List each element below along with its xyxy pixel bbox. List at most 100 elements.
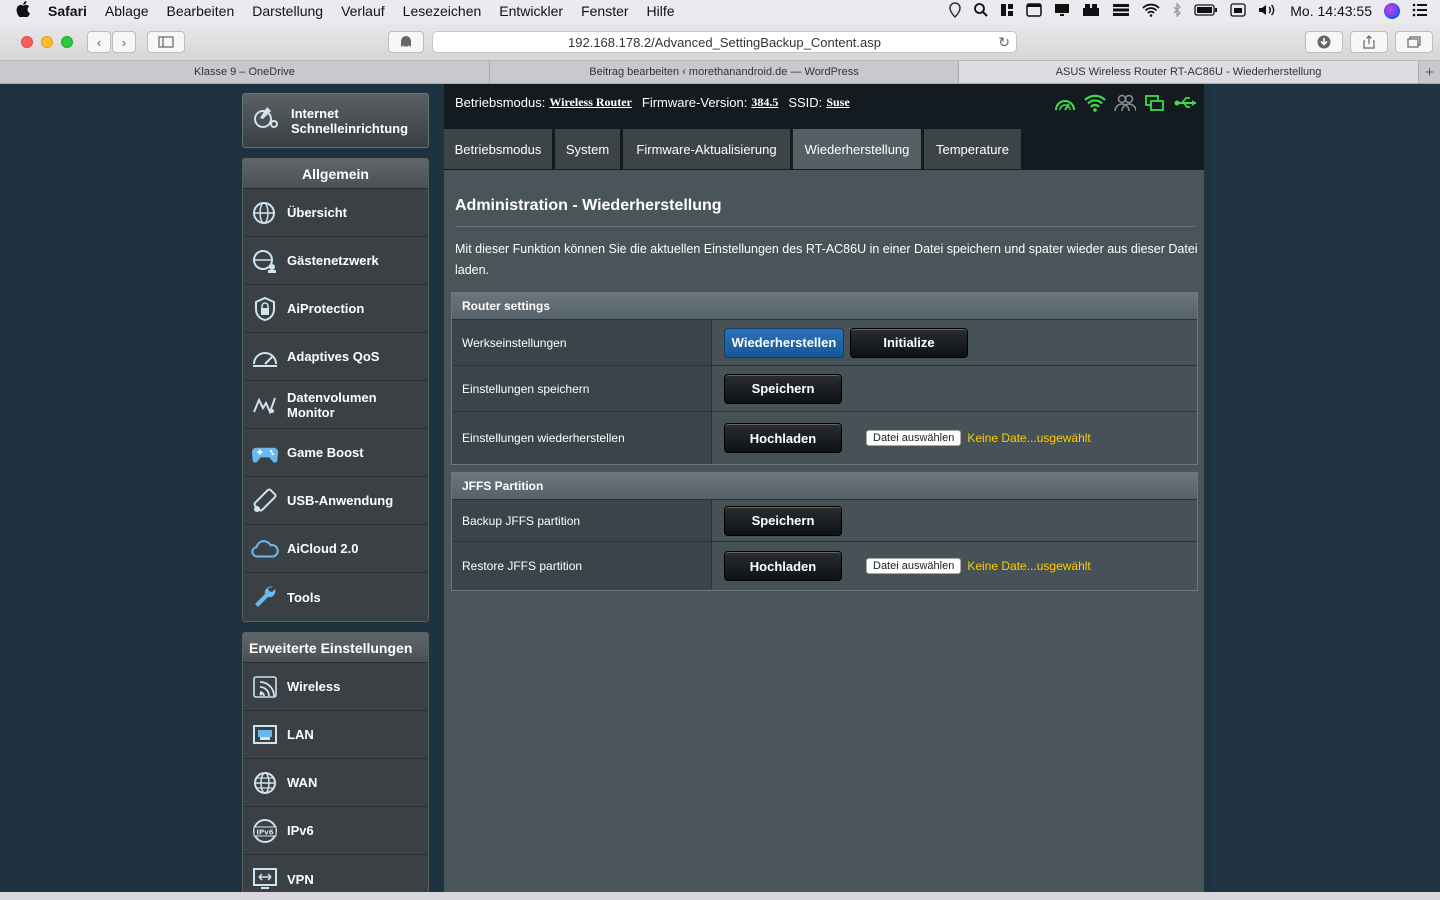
- quick-internet-setup-button[interactable]: Internet Schnelleinrichtung: [242, 93, 429, 148]
- notes-icon[interactable]: [1026, 2, 1043, 20]
- menu-item-label: Adaptives QoS: [287, 349, 380, 364]
- volume-icon[interactable]: [1258, 3, 1278, 20]
- menu-fenster[interactable]: Fenster: [581, 3, 628, 19]
- menu-item-adaptives-qos[interactable]: Adaptives QoS: [243, 333, 428, 381]
- wifi-router-icon[interactable]: [1084, 94, 1106, 112]
- zoom-window-button[interactable]: [61, 36, 73, 48]
- firmware-version-label: Firmware-Version:: [641, 95, 748, 110]
- firmware-version-link[interactable]: 384.5: [751, 95, 778, 110]
- apple-menu-icon[interactable]: [16, 1, 36, 21]
- table-row: Werkseinstellungen Wiederherstellen Init…: [452, 320, 1197, 366]
- save-settings-button[interactable]: Speichern: [724, 373, 842, 404]
- menu-item-uebersicht[interactable]: Übersicht: [243, 189, 428, 237]
- internet-status-icon[interactable]: [1054, 94, 1075, 112]
- tab-temperature[interactable]: Temperature: [924, 129, 1021, 169]
- upload-jffs-button[interactable]: Hochladen: [724, 551, 842, 581]
- choose-file-button[interactable]: Datei auswählen: [866, 430, 962, 446]
- calendar-icon[interactable]: [1230, 2, 1246, 20]
- browser-tab-router[interactable]: ASUS Wireless Router RT-AC86U - Wiederhe…: [959, 61, 1419, 83]
- menu-item-datenvolumen-monitor[interactable]: Datenvolumen Monitor: [243, 381, 428, 429]
- choose-file-button[interactable]: Datei auswählen: [866, 558, 962, 574]
- usb-status-icon[interactable]: [1174, 94, 1196, 112]
- wifi-status-icon[interactable]: [1142, 3, 1160, 20]
- menu-item-gaestenetzwerk[interactable]: Gästenetzwerk: [243, 237, 428, 285]
- spotlight-search-icon[interactable]: [974, 2, 988, 20]
- close-window-button[interactable]: [21, 36, 33, 48]
- clients-icon[interactable]: [1114, 94, 1137, 112]
- operation-mode-link[interactable]: Wireless Router: [549, 95, 632, 110]
- address-bar[interactable]: 192.168.178.2/Advanced_SettingBackup_Con…: [432, 31, 1017, 53]
- share-button[interactable]: [1350, 31, 1388, 53]
- table-row: Einstellungen wiederherstellen Hochladen…: [452, 412, 1197, 464]
- svg-text:IPv6: IPv6: [256, 828, 273, 836]
- speedometer-icon: [251, 343, 279, 371]
- chevron-left-icon: ‹: [96, 34, 102, 50]
- initialize-button[interactable]: Initialize: [850, 327, 968, 358]
- backup-jffs-actions: Speichern: [712, 500, 1197, 541]
- menu-item-label: Game Boost: [287, 445, 364, 460]
- menu-item-vpn[interactable]: VPN: [243, 855, 428, 892]
- menu-safari[interactable]: Safari: [48, 3, 87, 19]
- menu-item-usb-anwendung[interactable]: USB-Anwendung: [243, 477, 428, 525]
- menu-ablage[interactable]: Ablage: [105, 3, 149, 19]
- router-settings-table: Router settings Werkseinstellungen Wiede…: [451, 292, 1198, 465]
- menu-item-wan[interactable]: WAN: [243, 759, 428, 807]
- menu-item-label: AiProtection: [287, 301, 365, 316]
- backup-jffs-label: Backup JFFS partition: [452, 500, 712, 541]
- save-settings-label: Einstellungen speichern: [452, 366, 712, 411]
- stack-icon[interactable]: [1112, 3, 1130, 20]
- window-tiling-icon[interactable]: [1000, 3, 1014, 20]
- dock-icon[interactable]: [1082, 3, 1100, 20]
- wireless-icon: [251, 673, 279, 701]
- menu-bearbeiten[interactable]: Bearbeiten: [167, 3, 235, 19]
- bluetooth-icon[interactable]: [1172, 1, 1182, 20]
- menu-item-label: Gästenetzwerk: [287, 253, 379, 268]
- minimize-window-button[interactable]: [41, 36, 53, 48]
- general-menu-title: Allgemein: [243, 159, 428, 189]
- reload-icon[interactable]: ↻: [998, 34, 1010, 51]
- restore-factory-button[interactable]: Wiederherstellen: [724, 327, 844, 358]
- menu-verlauf[interactable]: Verlauf: [341, 3, 385, 19]
- downloads-button[interactable]: [1305, 31, 1343, 53]
- browser-tab-onedrive[interactable]: Klasse 9 – OneDrive: [0, 61, 490, 83]
- tab-betriebsmodus[interactable]: Betriebsmodus: [444, 129, 552, 169]
- menubar-clock[interactable]: Mo. 14:43:55: [1290, 3, 1372, 19]
- jffs-header: JFFS Partition: [452, 473, 1197, 500]
- restore-jffs-label: Restore JFFS partition: [452, 542, 712, 590]
- menu-lesezeichen[interactable]: Lesezeichen: [403, 3, 482, 19]
- menu-item-aiprotection[interactable]: AiProtection: [243, 285, 428, 333]
- gamepad-icon: [251, 439, 279, 467]
- menu-item-label: Datenvolumen Monitor: [287, 390, 377, 420]
- browser-tab-wordpress[interactable]: Beitrag bearbeiten ‹ morethanandroid.de …: [490, 61, 959, 83]
- menu-hilfe[interactable]: Hilfe: [647, 3, 675, 19]
- tab-firmware[interactable]: Firmware-Aktualisierung: [623, 129, 790, 169]
- notification-center-icon[interactable]: [1412, 3, 1428, 20]
- app-status-icon[interactable]: [1144, 94, 1164, 112]
- monitor-icon[interactable]: [1054, 3, 1070, 20]
- menu-item-wireless[interactable]: Wireless: [243, 663, 428, 711]
- tab-overview-button[interactable]: [1395, 31, 1433, 53]
- siri-icon[interactable]: [1384, 3, 1400, 19]
- jffs-partition-table: JFFS Partition Backup JFFS partition Spe…: [451, 472, 1198, 591]
- tab-wiederherstellung[interactable]: Wiederherstellung: [793, 129, 921, 169]
- forward-button[interactable]: ›: [112, 31, 136, 53]
- menu-item-lan[interactable]: LAN: [243, 711, 428, 759]
- new-tab-button[interactable]: +: [1419, 61, 1440, 83]
- sidebar-toggle-button[interactable]: [147, 31, 185, 53]
- menu-item-aicloud[interactable]: AiCloud 2.0: [243, 525, 428, 573]
- battery-icon[interactable]: [1194, 3, 1218, 20]
- browser-tab-bar: Klasse 9 – OneDrive Beitrag bearbeiten ‹…: [0, 61, 1440, 84]
- tab-system[interactable]: System: [555, 129, 620, 169]
- menu-item-game-boost[interactable]: Game Boost: [243, 429, 428, 477]
- back-button[interactable]: ‹: [87, 31, 111, 53]
- menu-darstellung[interactable]: Darstellung: [252, 3, 323, 19]
- menu-item-tools[interactable]: Tools: [243, 573, 428, 621]
- ssid-link[interactable]: Suse: [826, 95, 849, 110]
- menu-item-ipv6[interactable]: IPv6 IPv6: [243, 807, 428, 855]
- menu-entwickler[interactable]: Entwickler: [499, 3, 563, 19]
- privacy-button[interactable]: [388, 31, 424, 53]
- backup-jffs-button[interactable]: Speichern: [724, 505, 842, 536]
- menu-item-label: IPv6: [287, 823, 314, 838]
- upload-settings-button[interactable]: Hochladen: [724, 423, 842, 453]
- location-icon[interactable]: [948, 1, 962, 21]
